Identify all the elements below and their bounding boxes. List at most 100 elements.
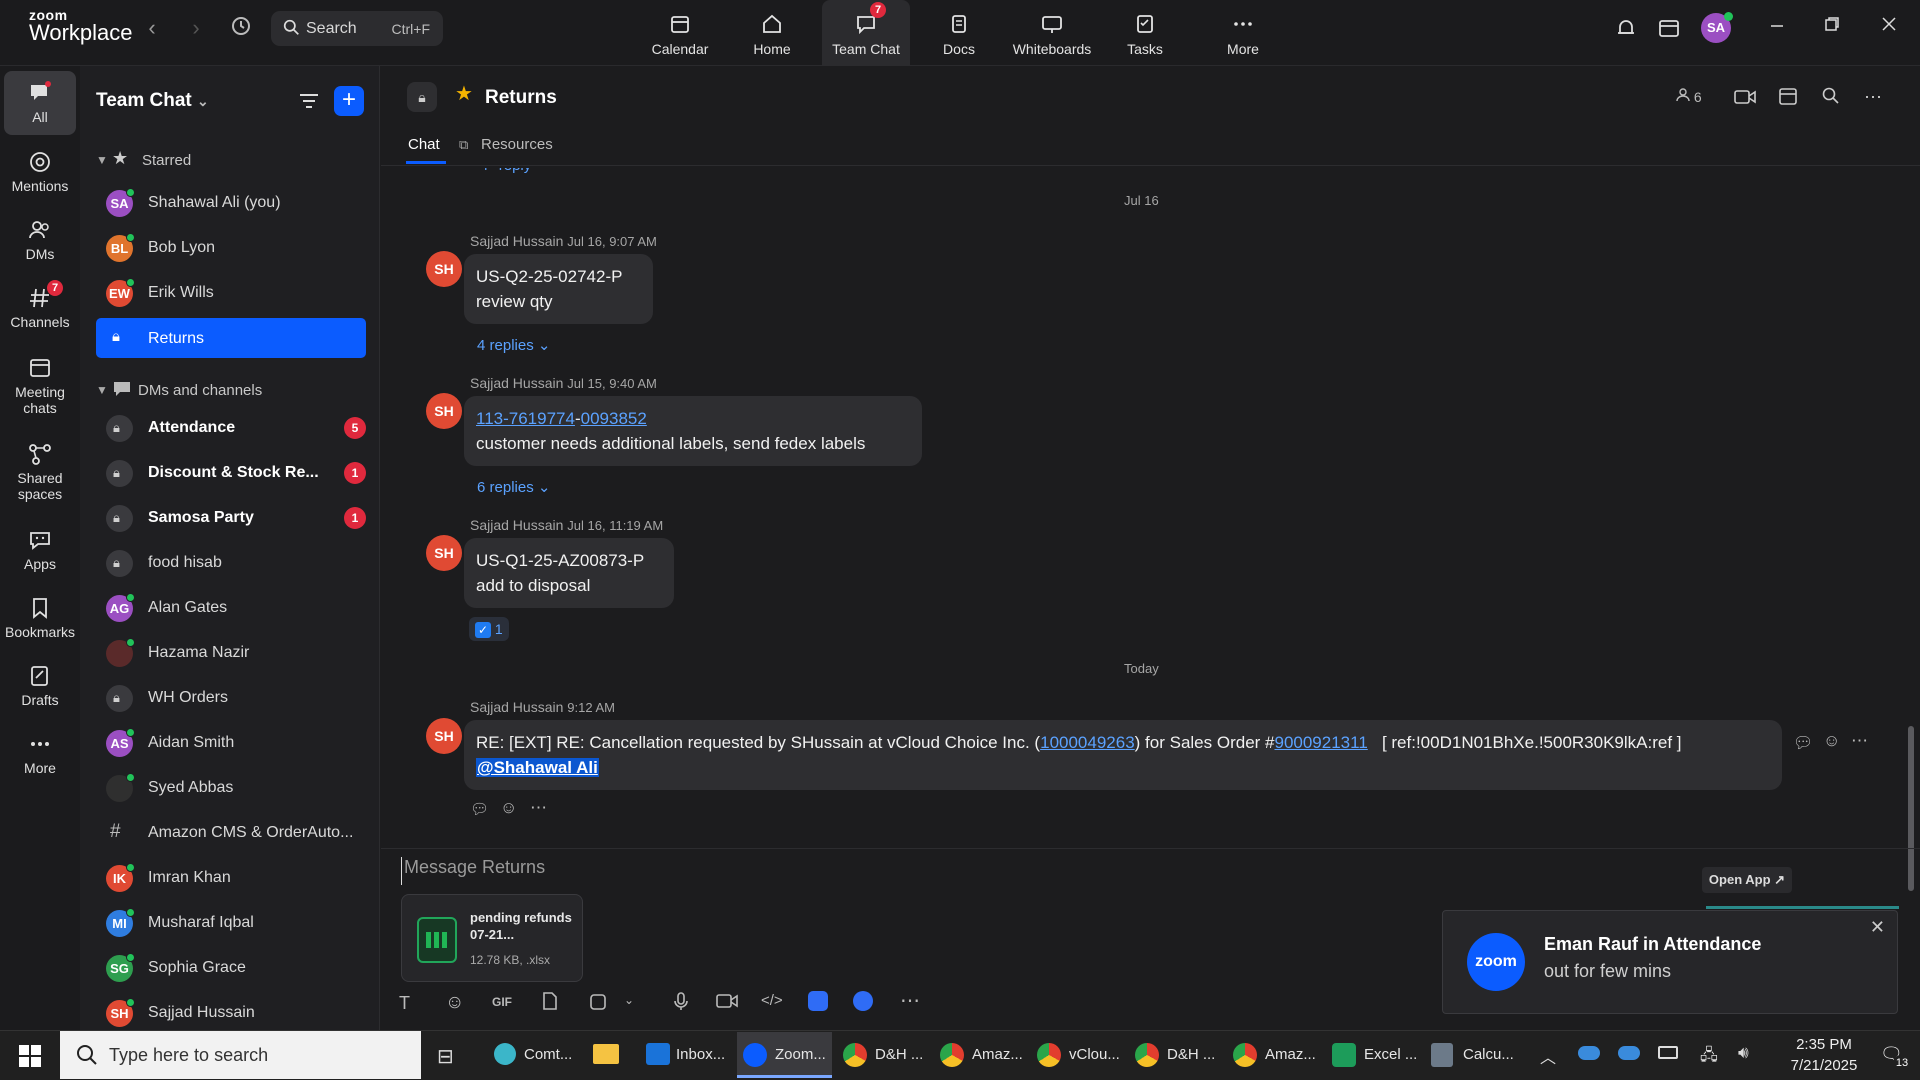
- sidebar-item-musharaf-iqbal[interactable]: MI Musharaf Iqbal: [96, 902, 366, 942]
- tab-docs[interactable]: Docs: [915, 0, 1003, 66]
- sidebar-item-imran-khan[interactable]: IK Imran Khan: [96, 857, 366, 897]
- more-options-icon[interactable]: ⋯: [1864, 87, 1882, 108]
- taskbar-app[interactable]: Calcu...: [1425, 1032, 1521, 1078]
- code-icon[interactable]: </>: [761, 992, 783, 1009]
- search-icon[interactable]: [1822, 87, 1840, 110]
- rail-item-meeting-chats[interactable]: Meeting chats: [4, 346, 76, 426]
- text-format-icon[interactable]: T: [399, 993, 410, 1014]
- avatar[interactable]: SH: [426, 393, 462, 429]
- taskbar-app[interactable]: Inbox...: [640, 1032, 732, 1078]
- sidebar-title[interactable]: Team Chat ⌄: [96, 90, 209, 112]
- emoji-icon[interactable]: ☺: [445, 992, 464, 1014]
- search-bar[interactable]: Search Ctrl+F: [271, 11, 443, 46]
- video-message-icon[interactable]: [716, 993, 738, 1014]
- replies-link[interactable]: 6 replies ⌄: [477, 478, 550, 496]
- emoji-reaction-icon[interactable]: ☺: [500, 798, 517, 818]
- onedrive-icon[interactable]: [1578, 1046, 1600, 1060]
- message-input[interactable]: Message Returns: [401, 857, 1301, 885]
- more-icon[interactable]: ⋯: [900, 988, 920, 1013]
- app-icon[interactable]: [808, 991, 828, 1011]
- sidebar-item-syed-abbas[interactable]: Syed Abbas: [96, 767, 366, 807]
- sidebar-item-sajjad-hussain[interactable]: SH Sajjad Hussain: [96, 992, 366, 1030]
- tab-tasks[interactable]: Tasks: [1101, 0, 1189, 66]
- message-bubble[interactable]: 113-7619774-0093852 customer needs addit…: [464, 396, 922, 466]
- rail-item-mentions[interactable]: Mentions: [4, 140, 76, 204]
- sales-order-link[interactable]: 9000921311: [1274, 733, 1367, 752]
- calendar-status-icon[interactable]: [1657, 16, 1681, 45]
- restore-icon[interactable]: [1817, 16, 1847, 46]
- avatar[interactable]: SH: [426, 535, 462, 571]
- sidebar-item-hazama-nazir[interactable]: Hazama Nazir: [96, 632, 366, 672]
- rail-item-channels[interactable]: 7 Channels: [4, 276, 76, 340]
- message-bubble[interactable]: US-Q1-25-AZ00873-P add to disposal: [464, 538, 674, 608]
- tab-chat[interactable]: Chat: [408, 136, 440, 153]
- app-icon[interactable]: [853, 991, 873, 1011]
- star-icon[interactable]: ★: [455, 81, 473, 106]
- sidebar-item-returns[interactable]: 🔒︎ Returns: [96, 318, 366, 358]
- member-count[interactable]: 6: [1676, 88, 1702, 105]
- back-arrow-icon[interactable]: ‹: [137, 14, 167, 44]
- video-icon[interactable]: [1734, 88, 1756, 111]
- rail-item-shared-spaces[interactable]: Shared spaces: [4, 432, 76, 512]
- clock[interactable]: 2:35 PM 7/21/2025: [1778, 1034, 1870, 1076]
- chevron-down-icon[interactable]: ⌄: [624, 993, 634, 1007]
- taskbar-app[interactable]: Amaz...: [934, 1032, 1026, 1078]
- taskbar-app[interactable]: Amaz...: [1227, 1032, 1319, 1078]
- history-icon[interactable]: [226, 14, 256, 44]
- forward-arrow-icon[interactable]: ›: [181, 14, 211, 44]
- battery-icon[interactable]: [1658, 1046, 1678, 1059]
- replies-link[interactable]: 4 replies ⌄: [477, 336, 550, 354]
- section-starred[interactable]: ▼ ★ Starred: [96, 148, 366, 178]
- taskbar-app[interactable]: Comt...: [488, 1032, 580, 1078]
- tab-more[interactable]: More: [1199, 0, 1287, 66]
- sidebar-item-samosa-party[interactable]: 🔒︎ Samosa Party 1: [96, 497, 366, 537]
- tab-calendar[interactable]: Calendar: [636, 0, 724, 66]
- sidebar-item-discount-stock[interactable]: 🔒︎ Discount & Stock Re... 1: [96, 452, 366, 492]
- rail-item-bookmarks[interactable]: Bookmarks: [4, 586, 76, 650]
- sidebar-item-shahawal-ali[interactable]: SA Shahawal Ali (you): [96, 182, 366, 222]
- task-view-icon[interactable]: ⊟: [437, 1044, 454, 1069]
- sidebar-item-wh-orders[interactable]: 🔒︎ WH Orders: [96, 677, 366, 717]
- message-bubble[interactable]: US-Q2-25-02742-P review qty: [464, 254, 653, 324]
- minimize-icon[interactable]: [1762, 16, 1792, 46]
- network-icon[interactable]: 🖧︎: [1700, 1044, 1718, 1071]
- sidebar-item-amazon-cms[interactable]: # Amazon CMS & OrderAuto...: [96, 812, 366, 852]
- mention[interactable]: @Shahawal Ali: [476, 758, 599, 777]
- more-options-icon[interactable]: ⋯: [1851, 731, 1868, 751]
- new-chat-button[interactable]: +: [334, 86, 364, 116]
- file-icon[interactable]: [541, 991, 559, 1016]
- calendar-icon[interactable]: [1778, 86, 1798, 111]
- scrollbar-thumb[interactable]: [1908, 726, 1914, 891]
- section-dms-channels[interactable]: ▼ DMs and channels: [96, 378, 366, 408]
- sidebar-item-aidan-smith[interactable]: AS Aidan Smith: [96, 722, 366, 762]
- tab-team-chat[interactable]: 7 Team Chat: [822, 0, 910, 66]
- gif-icon[interactable]: GIF: [492, 995, 512, 1009]
- taskbar-app[interactable]: D&H ...: [1129, 1032, 1221, 1078]
- windows-start-icon[interactable]: [18, 1044, 42, 1073]
- filter-icon[interactable]: [298, 90, 320, 117]
- sidebar-item-sophia-grace[interactable]: SG Sophia Grace: [96, 947, 366, 987]
- sidebar-item-attendance[interactable]: 🔒︎ Attendance 5: [96, 407, 366, 447]
- sidebar-item-bob-lyon[interactable]: BL Bob Lyon: [96, 227, 366, 267]
- rail-item-dms[interactable]: DMs: [4, 208, 76, 272]
- chevron-up-icon[interactable]: ︿: [1540, 1044, 1556, 1068]
- tab-resources[interactable]: Resources: [481, 136, 553, 153]
- sidebar-item-erik-wills[interactable]: EW Erik Wills: [96, 272, 366, 312]
- tab-home[interactable]: Home: [728, 0, 816, 66]
- rail-item-drafts[interactable]: Drafts: [4, 654, 76, 718]
- tab-whiteboards[interactable]: Whiteboards: [1008, 0, 1096, 66]
- more-options-icon[interactable]: ⋯: [530, 798, 547, 818]
- notification-toast[interactable]: zoom Eman Rauf in Attendance out for few…: [1442, 910, 1898, 1014]
- taskbar-search[interactable]: Type here to search: [60, 1031, 421, 1079]
- reply-icon[interactable]: 💬︎: [470, 800, 489, 818]
- rail-item-apps[interactable]: Apps: [4, 518, 76, 582]
- taskbar-app[interactable]: Excel ...: [1326, 1032, 1422, 1078]
- avatar[interactable]: SH: [426, 718, 462, 754]
- close-window-icon[interactable]: [1874, 16, 1904, 46]
- sidebar-item-food-hisab[interactable]: 🔒︎ food hisab: [96, 542, 366, 582]
- sidebar-item-alan-gates[interactable]: AG Alan Gates: [96, 587, 366, 627]
- avatar[interactable]: SH: [426, 251, 462, 287]
- taskbar-app-zoom[interactable]: Zoom...: [737, 1032, 832, 1078]
- open-app-button[interactable]: Open App ↗: [1702, 867, 1792, 893]
- reply-icon[interactable]: 💬︎: [1793, 733, 1813, 753]
